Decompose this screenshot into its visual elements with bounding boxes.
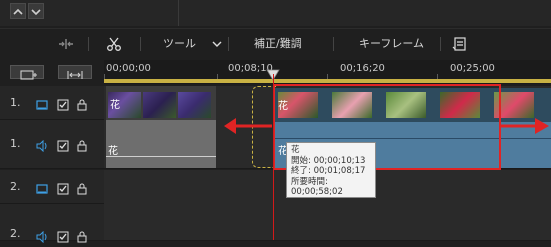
track-manager-button[interactable] [10,65,44,80]
lock-icon[interactable] [76,180,88,195]
clip-thumbnail [143,92,176,118]
ruler-tick-label: 00;00;00 [106,63,151,74]
scissors-icon[interactable] [106,36,122,52]
lock-icon[interactable] [76,137,88,152]
tools-menu-button[interactable]: ツール [163,29,222,59]
ruler-tick-label: 00;16;20 [340,63,385,74]
tooltip-end: 終了: 00;01;08;17 [291,166,366,176]
arrow-left-icon [222,116,274,140]
toolbar-separator [333,37,334,51]
tooltip-start: 開始: 00;00;10;13 [291,155,366,166]
track-enable-checkbox[interactable] [57,180,69,195]
speaker-icon [36,137,48,153]
track-number: 2. [10,180,21,193]
correction-button[interactable]: 補正/難調 [254,29,302,59]
track-enable-checkbox[interactable] [57,137,69,152]
chevron-down-icon[interactable] [28,3,44,19]
tooltip-title: 花 [291,145,300,155]
track-header-audio-2: 2. [0,204,104,244]
track-number: 1. [10,137,21,150]
speaker-icon [36,228,48,244]
track-controls-row [0,62,104,82]
playhead-line[interactable] [273,74,274,240]
audio-clip-label: 花 [108,146,118,157]
keyframe-button[interactable]: キーフレーム [359,29,424,59]
audio-clip-left[interactable]: 花 [106,120,216,168]
collapse-button[interactable] [10,3,26,19]
track-header-video-2: 2. [0,170,104,204]
ruler-tick-label: 00;25;00 [450,63,495,74]
arrow-right-icon [500,116,551,140]
track-header-video-1: 1. [0,86,104,120]
clip-thumbnail [178,92,211,118]
lock-icon[interactable] [76,96,88,111]
track-number: 2. [10,227,21,240]
track-header-audio-1: 1. [0,120,104,169]
subtitle-icon[interactable] [452,36,468,52]
track-enable-checkbox[interactable] [57,228,69,243]
tools-label: ツール [163,37,196,50]
top-panel-strip [0,0,551,26]
toolbar-separator [440,37,441,51]
fit-timeline-button[interactable] [58,65,92,79]
volume-line [106,156,216,157]
timeline-toolbar: ツール 補正/難調 キーフレーム [0,28,551,59]
toolbar-separator [88,37,89,51]
panel-divider [178,0,179,26]
clip-label: 花 [110,100,120,111]
video-track-icon [36,96,48,110]
audio-track-2[interactable] [104,204,551,241]
track-enable-checkbox[interactable] [57,96,69,111]
timeline-range-bar[interactable] [104,79,551,83]
split-audio-icon[interactable] [58,36,74,52]
clip-info-tooltip: 花 開始: 00;00;10;13 終了: 00;01;08;17 所要時間: … [286,142,376,198]
toolbar-separator [140,37,141,51]
track-number: 1. [10,96,21,109]
toolbar-separator [228,37,229,51]
video-clip-left[interactable]: 花 [106,86,216,120]
lock-icon[interactable] [76,228,88,243]
video-track-icon [36,180,48,194]
tooltip-duration: 所要時間: 00;00;58;02 [291,176,343,198]
chevron-down-icon [212,41,221,47]
